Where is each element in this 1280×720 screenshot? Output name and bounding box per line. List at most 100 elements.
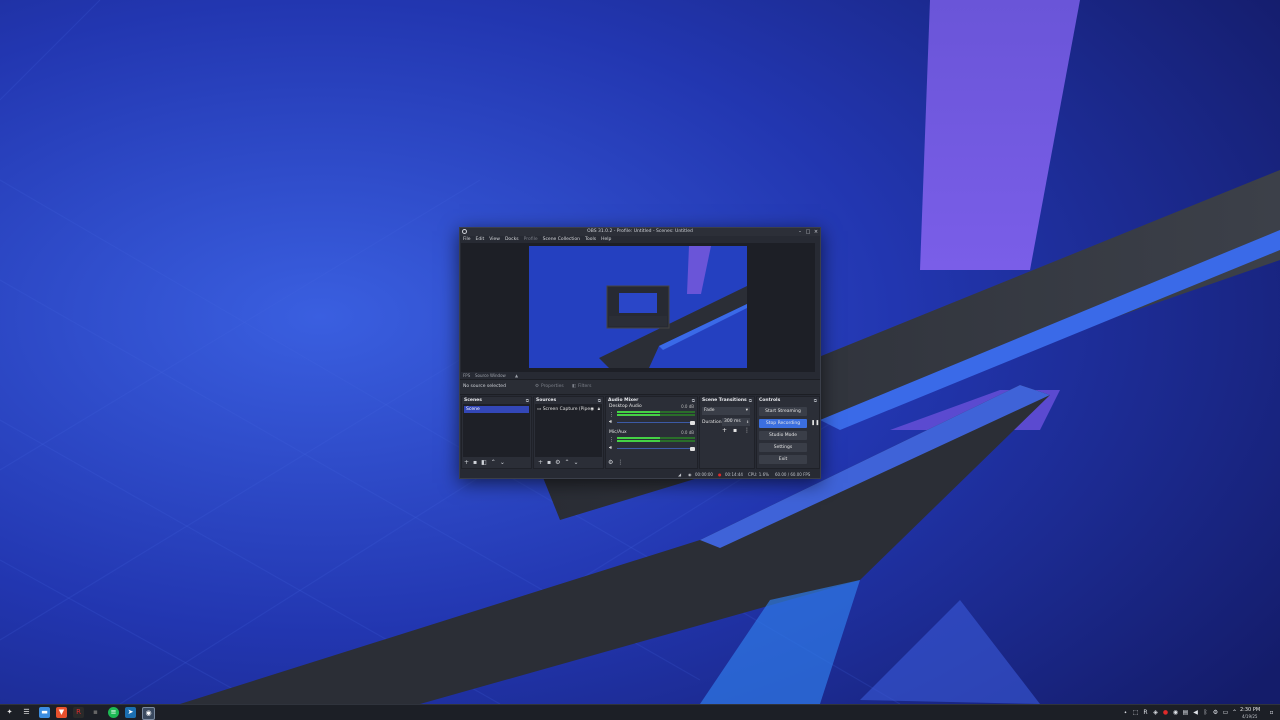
no-source-label: No source selected: [463, 384, 506, 389]
tray-record-icon[interactable]: ●: [1162, 709, 1169, 716]
tray-volume-icon[interactable]: ◀: [1192, 709, 1199, 716]
menu-help[interactable]: Help: [601, 237, 611, 242]
tray-expand-icon[interactable]: ⌃: [1231, 709, 1238, 716]
add-icon[interactable]: +: [464, 459, 469, 466]
studio-mode-button[interactable]: Studio Mode: [759, 431, 807, 440]
scene-transitions-dock: Scene Transitions ⧉ Fade ▾ Duration 300 …: [699, 396, 755, 469]
stop-recording-button[interactable]: Stop Recording: [759, 419, 807, 428]
menu-tools[interactable]: Tools: [585, 237, 596, 242]
trash-icon[interactable]: ▪: [733, 427, 737, 434]
source-name: Screen Capture (Pipe: [542, 407, 591, 412]
close-button[interactable]: ×: [812, 228, 820, 236]
terminal-icon[interactable]: ▪: [90, 707, 101, 718]
mixer-toolbar: ⚙ ⋮: [608, 458, 695, 467]
maximize-button[interactable]: □: [804, 228, 812, 236]
scenes-title: Scenes ⧉: [462, 397, 531, 404]
source-item[interactable]: ▭ Screen Capture (Pipe ◉ 🔒︎: [537, 407, 600, 413]
gear-icon[interactable]: ⚙: [608, 459, 613, 466]
app-launcher-icon[interactable]: ✦: [4, 707, 15, 718]
spin-icon[interactable]: ⇕: [746, 418, 749, 426]
tray-network-icon[interactable]: ⬚: [1132, 709, 1139, 716]
filter-icon[interactable]: ◧: [481, 459, 487, 466]
add-icon[interactable]: +: [538, 459, 543, 466]
preview-area[interactable]: [461, 243, 815, 372]
audio-meter: [617, 414, 695, 416]
lock-icon[interactable]: 🔒︎: [598, 407, 600, 413]
obs-taskbar-icon[interactable]: ◉: [142, 707, 155, 720]
trash-icon[interactable]: ▪: [547, 459, 551, 466]
exit-button[interactable]: Exit: [759, 455, 807, 464]
file-manager-icon[interactable]: ▬: [39, 707, 50, 718]
sources-title-text: Sources: [536, 398, 557, 403]
menu-view[interactable]: View: [489, 237, 500, 242]
menu-docks[interactable]: Docks: [505, 237, 519, 242]
channel-name: Desktop Audio: [609, 404, 642, 409]
tray-settings-icon[interactable]: ⚙: [1212, 709, 1219, 716]
source-window-label[interactable]: Source Window: [475, 373, 506, 378]
clock-date[interactable]: 4/19/25: [1242, 714, 1257, 719]
spotify-icon[interactable]: ≡: [108, 707, 119, 718]
gear-icon[interactable]: ⚙: [555, 459, 560, 466]
channel-menu-icon[interactable]: ⋮: [609, 412, 614, 418]
mixer-menu-icon[interactable]: ⋮: [617, 459, 623, 466]
audio-meter: [617, 437, 695, 439]
tray-r-icon[interactable]: R: [1142, 709, 1149, 716]
overview-icon[interactable]: ☰: [21, 707, 32, 718]
undock-icon[interactable]: ⧉: [749, 398, 752, 405]
audio-meter: [617, 440, 695, 442]
properties-button[interactable]: Properties: [541, 384, 564, 389]
move-up-icon[interactable]: ⌃: [565, 459, 570, 466]
tray-bluetooth-icon[interactable]: ᛒ: [1202, 709, 1209, 716]
menu-scene-collection[interactable]: Scene Collection: [543, 237, 580, 242]
volume-slider[interactable]: [617, 446, 695, 451]
minimize-button[interactable]: –: [796, 228, 804, 236]
menu-profile[interactable]: Profile: [524, 237, 538, 242]
volume-slider[interactable]: [617, 420, 695, 425]
channel-db: 0.0 dB: [681, 404, 694, 409]
tray-clipboard-icon[interactable]: ▤: [1182, 709, 1189, 716]
sources-dock: Sources ⧉ ▭ Screen Capture (Pipe ◉ 🔒︎ + …: [533, 396, 604, 469]
tray-obs-icon[interactable]: ◉: [1172, 709, 1179, 716]
duration-input[interactable]: 300 ms ⇕: [722, 418, 750, 426]
transition-select[interactable]: Fade ▾: [702, 407, 750, 415]
chevron-down-icon: ▾: [745, 408, 748, 413]
channel-menu-icon[interactable]: ⋮: [609, 437, 614, 443]
show-desktop-icon[interactable]: ▫: [1268, 709, 1275, 716]
speaker-icon[interactable]: 🔊︎: [609, 445, 612, 451]
trash-icon[interactable]: ▪: [473, 459, 477, 466]
title-bar[interactable]: OBS 31.0.2 - Profile: Untitled - Scenes:…: [460, 228, 820, 236]
preview-image: [529, 246, 747, 368]
move-up-icon[interactable]: ⌃: [491, 459, 496, 466]
controls-title-text: Controls: [759, 398, 781, 403]
move-down-icon[interactable]: ⌄: [500, 459, 505, 466]
pause-icon[interactable]: ❚❚: [811, 420, 819, 426]
transition-menu-icon[interactable]: ⋮: [744, 427, 750, 434]
clock-time[interactable]: 2:30 PM: [1240, 707, 1260, 713]
start-streaming-button[interactable]: Start Streaming: [759, 407, 807, 416]
volume-knob[interactable]: [690, 420, 695, 425]
filters-button[interactable]: Filters: [578, 384, 592, 389]
status-bar: ◢ ◉ 00:00:00 ● 00:14:44 CPU: 1.6% 60.00 …: [460, 470, 820, 478]
tray-steam-icon[interactable]: ◈: [1152, 709, 1159, 716]
tray-arrow-icon[interactable]: ⬩: [1122, 709, 1129, 716]
undock-icon[interactable]: ⧉: [814, 398, 817, 405]
brave-browser-icon[interactable]: ▼: [56, 707, 67, 718]
r-app-icon[interactable]: R: [73, 707, 84, 718]
dropdown-arrow-icon[interactable]: ▲: [515, 373, 518, 378]
settings-button[interactable]: Settings: [759, 443, 807, 452]
move-down-icon[interactable]: ⌄: [574, 459, 579, 466]
mixer-channels: Desktop Audio 0.0 dB ⋮ 🔊︎ Mic/Aux 0.0 dB…: [607, 404, 696, 458]
scene-item[interactable]: Scene: [464, 406, 529, 413]
speaker-icon[interactable]: 🔊︎: [609, 419, 612, 425]
visibility-eye-icon[interactable]: ◉: [590, 407, 594, 413]
transitions-title-text: Scene Transitions: [702, 398, 747, 403]
add-icon[interactable]: +: [722, 427, 727, 434]
steam-icon[interactable]: ➤: [125, 707, 136, 718]
menu-edit[interactable]: Edit: [476, 237, 485, 242]
signal-icon: ◢: [678, 472, 682, 477]
audio-meter-level: [617, 437, 660, 439]
volume-knob[interactable]: [690, 446, 695, 451]
menu-bar: File Edit View Docks Profile Scene Colle…: [460, 236, 820, 243]
menu-file[interactable]: File: [463, 237, 471, 242]
tray-display-icon[interactable]: ▭: [1222, 709, 1229, 716]
